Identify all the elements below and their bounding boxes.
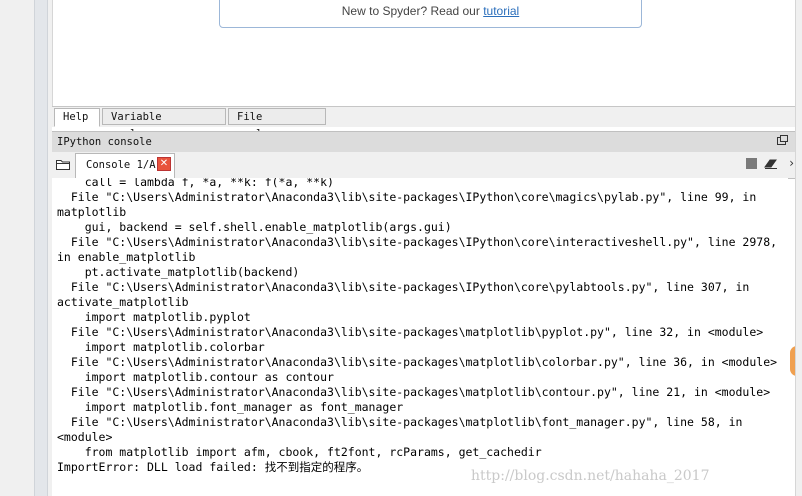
gutter-stripe — [34, 0, 48, 496]
help-intro-text: New to Spyder? Read our tutorial — [220, 4, 641, 18]
console-line: <module> — [57, 430, 113, 444]
console-line: import matplotlib.font_manager as font_m… — [57, 400, 404, 414]
eraser-icon[interactable] — [764, 157, 778, 169]
console-line: call = lambda f, *a, **k: f(*a, **k) — [57, 178, 334, 189]
right-scroll-strip[interactable] — [795, 0, 802, 496]
folder-icon[interactable] — [56, 159, 70, 170]
help-panel: New to Spyder? Read our tutorial — [52, 0, 797, 106]
tab-help[interactable]: Help — [54, 108, 100, 127]
tab-variable-explorer[interactable]: Variable explorer — [102, 108, 226, 140]
console-pane-title: IPython console — [52, 131, 796, 153]
help-intro-box: New to Spyder? Read our tutorial — [219, 0, 642, 28]
console-line: pt.activate_matplotlib(backend) — [57, 265, 300, 279]
close-icon[interactable]: ✕ — [157, 157, 171, 171]
more-options-icon[interactable]: › — [789, 156, 794, 170]
console-line: File "C:\Users\Administrator\Anaconda3\l… — [57, 325, 764, 339]
console-tabbar: Console 1/A ✕ › — [52, 152, 796, 179]
left-gutter — [0, 0, 52, 496]
console-tab[interactable]: Console 1/A ✕ — [75, 153, 175, 178]
console-line: import matplotlib.pyplot — [57, 310, 251, 324]
console-line: File "C:\Users\Administrator\Anaconda3\l… — [57, 190, 757, 204]
console-pane-title-text: IPython console — [57, 136, 152, 148]
tab-file-explorer[interactable]: File explorer — [228, 108, 326, 140]
console-line: File "C:\Users\Administrator\Anaconda3\l… — [57, 415, 743, 429]
console-line: File "C:\Users\Administrator\Anaconda3\l… — [57, 385, 771, 399]
tutorial-link[interactable]: tutorial — [483, 4, 519, 18]
console-line: gui, backend = self.shell.enable_matplot… — [57, 220, 452, 234]
console-line: File "C:\Users\Administrator\Anaconda3\l… — [57, 235, 778, 249]
console-line: activate_matplotlib — [57, 295, 189, 309]
console-line: import matplotlib.colorbar — [57, 340, 265, 354]
help-intro-label: New to Spyder? Read our — [341, 4, 484, 18]
undock-icon[interactable] — [777, 135, 788, 145]
console-line: import matplotlib.contour as contour — [57, 370, 334, 384]
console-line: File "C:\Users\Administrator\Anaconda3\l… — [57, 355, 778, 369]
console-tab-label: Console 1/A — [86, 159, 156, 171]
console-line: from matplotlib import afm, cbook, ft2fo… — [57, 445, 542, 459]
pane-tabbar: Help Variable explorer File explorer — [52, 106, 796, 140]
watermark: http://blog.csdn.net/hahaha_2017 — [471, 468, 710, 484]
stop-icon[interactable] — [746, 158, 757, 169]
console-output[interactable]: call = lambda f, *a, **k: f(*a, **k) Fil… — [52, 178, 788, 496]
console-line: matplotlib — [57, 205, 127, 219]
console-line-error: ImportError: DLL load failed: 找不到指定的程序。 — [57, 460, 369, 474]
console-line: File "C:\Users\Administrator\Anaconda3\l… — [57, 280, 750, 294]
console-line: in enable_matplotlib — [57, 250, 196, 264]
